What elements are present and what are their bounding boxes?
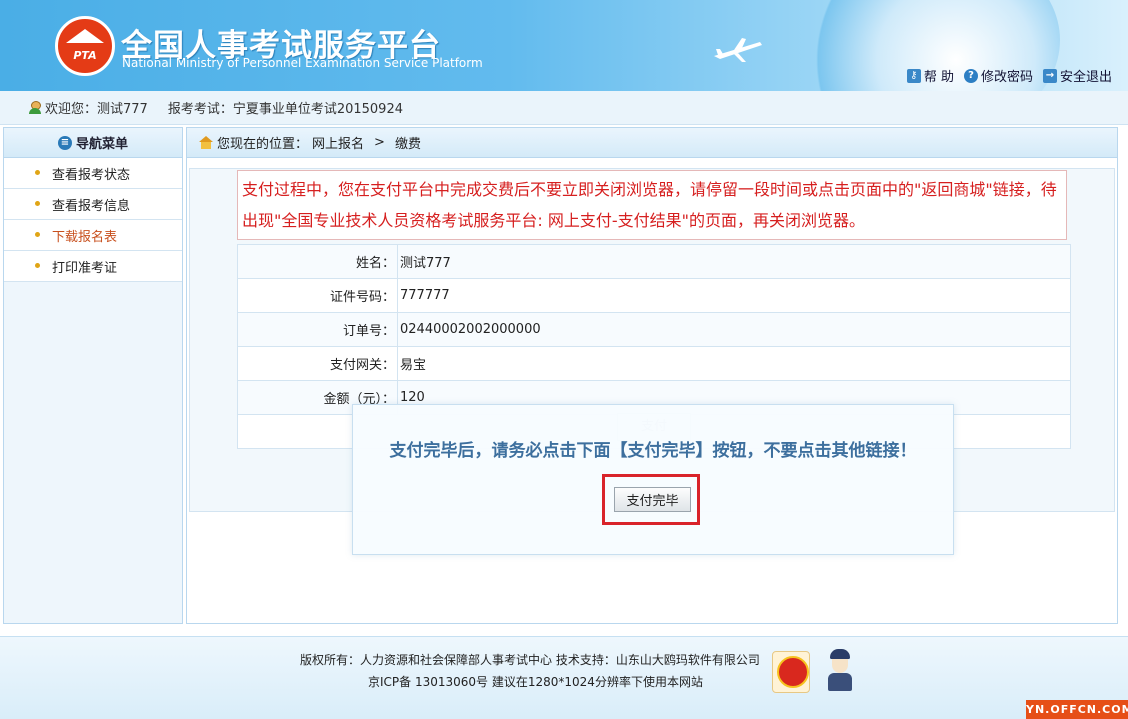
welcome-greeting: 欢迎您：测试777 — [45, 102, 148, 117]
payment-complete-dialog: 支付完毕后，请务必点击下面【支付完毕】按钮，不要点击其他链接！ 支付完毕 — [352, 404, 954, 555]
help-icon: ⚷ — [906, 68, 921, 83]
breadcrumb-payment: 缴费 — [394, 137, 421, 152]
home-icon — [199, 136, 213, 149]
site-subtitle: National Ministry of Personnel Examinati… — [122, 56, 483, 70]
site-footer: 版权所有：人力资源和社会保障部人事考试中心 技术支持：山东山大鸥玛软件有限公司 … — [0, 636, 1128, 719]
top-links: ⚷ 帮 助 ? 修改密码 → 安全退出 — [906, 66, 1112, 85]
watermark: YN.OFFCN.COM — [1026, 700, 1128, 719]
change-password-link[interactable]: ? 修改密码 — [963, 66, 1033, 85]
red-shield-badge-icon[interactable] — [772, 651, 810, 693]
payment-notice: 支付过程中，您在支付平台中完成交费后不要立即关闭浏览器，请停留一段时间或点击页面… — [237, 170, 1067, 240]
payment-complete-button[interactable]: 支付完毕 — [614, 487, 691, 512]
copyright-text: 版权所有：人力资源和社会保障部人事考试中心 技术支持：山东山大鸥玛软件有限公司 — [300, 653, 760, 667]
site-header: PTA 全国人事考试服务平台 National Ministry of Pers… — [0, 0, 1128, 91]
password-icon: ? — [963, 68, 978, 83]
sidebar-item-view-info[interactable]: 查看报考信息 — [4, 189, 182, 220]
sidebar-item-download-form[interactable]: 下载报名表 — [4, 220, 182, 251]
table-row: 支付网关： 易宝 — [237, 346, 1071, 381]
dialog-message: 支付完毕后，请务必点击下面【支付完毕】按钮，不要点击其他链接！ — [389, 441, 917, 461]
logout-icon: → — [1042, 68, 1057, 83]
exam-name: 报考考试：宁夏事业单位考试20150924 — [167, 102, 403, 117]
table-row: 订单号： 02440002002000000 — [237, 312, 1071, 347]
user-icon — [28, 100, 42, 115]
breadcrumb: 您现在的位置： 网上报名 > 缴费 — [187, 128, 1117, 158]
menu-icon: ≡ — [57, 135, 72, 150]
sidebar-item-print-ticket[interactable]: 打印准考证 — [4, 251, 182, 282]
help-link[interactable]: ⚷ 帮 助 — [906, 66, 954, 85]
sidebar-item-view-status[interactable]: 查看报考状态 — [4, 158, 182, 189]
airplane-icon — [714, 38, 762, 62]
breadcrumb-online-registration[interactable]: 网上报名 — [312, 133, 364, 152]
table-row: 证件号码： 777777 — [237, 278, 1071, 313]
welcome-bar: 欢迎您：测试777 报考考试：宁夏事业单位考试20150924 — [0, 91, 1128, 125]
sidebar-header: ≡ 导航菜单 — [4, 128, 182, 158]
logout-link[interactable]: → 安全退出 — [1042, 66, 1112, 85]
sidebar: ≡ 导航菜单 查看报考状态 查看报考信息 下载报名表 打印准考证 — [3, 127, 183, 624]
icp-text: 京ICP备 13013060号 建议在1280*1024分辨率下使用本网站 — [368, 675, 703, 689]
table-row: 姓名： 测试777 — [237, 244, 1071, 279]
pta-logo: PTA — [55, 16, 115, 76]
police-badge-icon[interactable] — [820, 649, 860, 693]
